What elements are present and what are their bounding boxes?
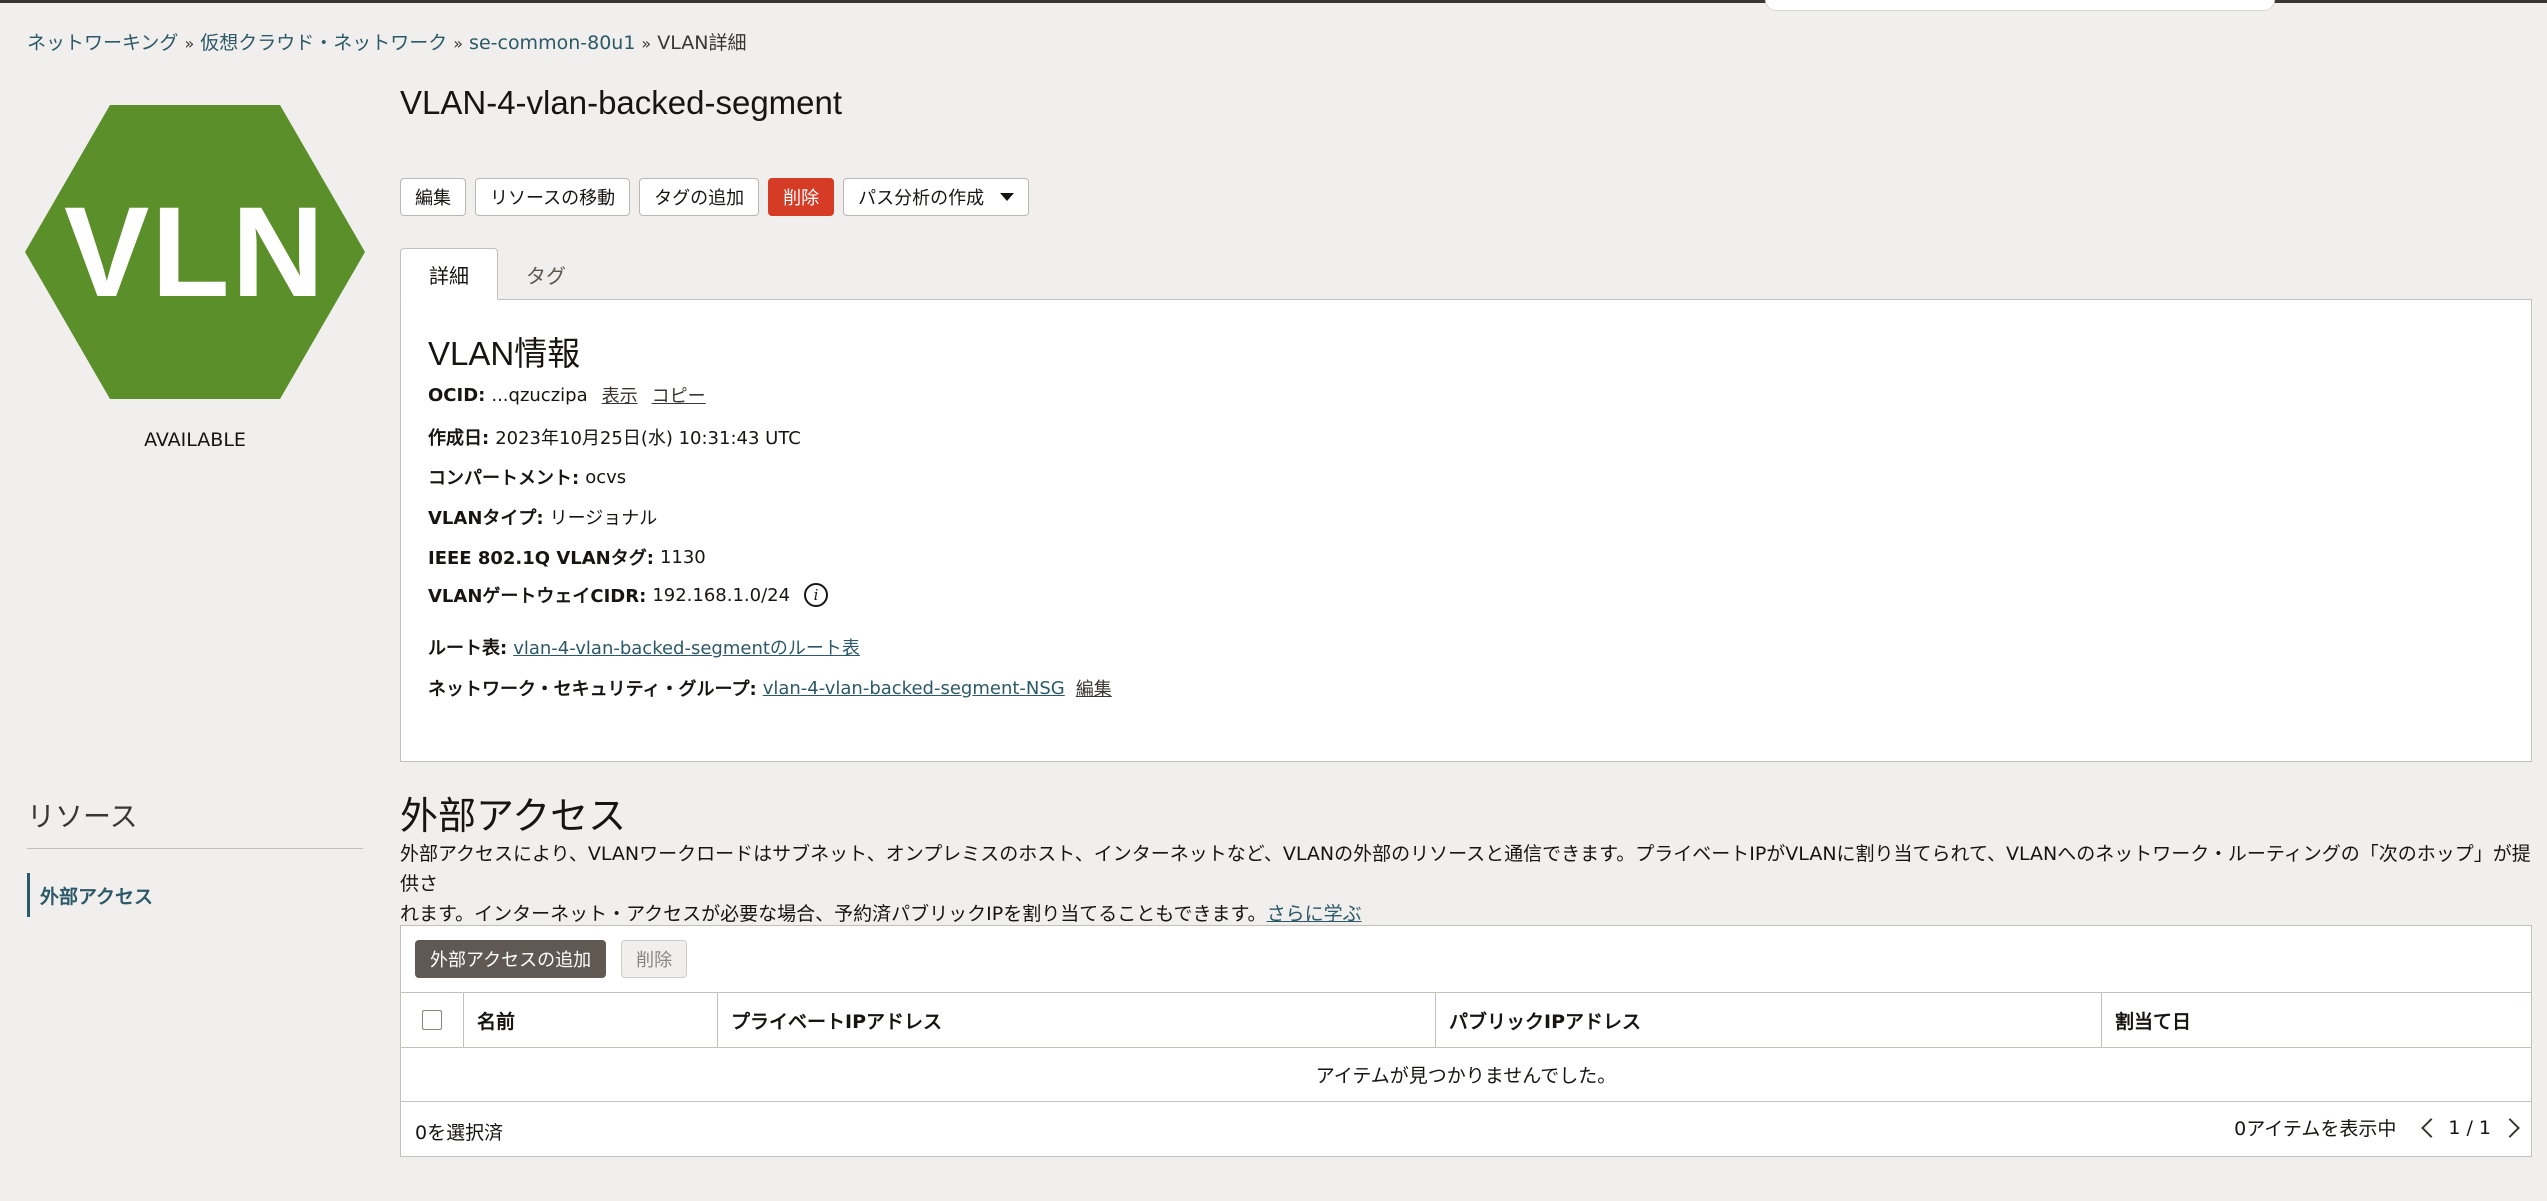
route-table-row: ルート表: vlan-4-vlan-backed-segmentのルート表 (428, 634, 860, 660)
caret-down-icon (1000, 193, 1015, 201)
created-row: 作成日: 2023年10月25日(水) 10:31:43 UTC (428, 424, 801, 450)
gateway-cidr-value: 192.168.1.0/24 (652, 584, 791, 606)
ocid-show-link[interactable]: 表示 (602, 382, 638, 408)
items-showing: 0アイテムを表示中 (2234, 1118, 2397, 1140)
nsg-row: ネットワーク・セキュリティ・グループ: vlan-4-vlan-backed-s… (428, 675, 1112, 701)
select-all-cell (401, 993, 463, 1047)
external-access-table: 外部アクセスの追加 削除 名前 プライベートIPアドレス パブリックIPアドレス… (400, 925, 2532, 1157)
path-analysis-dropdown[interactable]: パス分析の作成 (843, 178, 1030, 216)
add-tags-button[interactable]: タグの追加 (639, 178, 760, 216)
nsg-edit-link[interactable]: 編集 (1076, 675, 1112, 701)
description-line-1: 外部アクセスにより、VLANワークロードはサブネット、オンプレミスのホスト、イン… (400, 843, 2531, 895)
resource-icon-text: VLN (64, 180, 326, 324)
compartment-value: ocvs (585, 466, 627, 488)
empty-message: アイテムが見つかりませんでした。 (401, 1048, 2531, 1102)
column-assigned-date[interactable]: 割当て日 (2101, 993, 2531, 1047)
vlan-type-row: VLANタイプ: リージョナル (428, 504, 657, 530)
section-title: VLAN情報 (428, 335, 581, 372)
path-analysis-label: パス分析の作成 (858, 188, 985, 209)
status-label: AVAILABLE (144, 429, 246, 451)
select-all-checkbox[interactable] (422, 1010, 442, 1030)
chevron-left-icon[interactable] (2421, 1117, 2442, 1138)
resources-item-external-access[interactable]: 外部アクセス (27, 873, 153, 917)
vlan-type-value: リージョナル (549, 508, 658, 529)
resources-divider (27, 848, 363, 849)
breadcrumb-separator: » (453, 34, 464, 53)
vlan-type-label: VLANタイプ: (428, 508, 544, 529)
ocid-row: OCID: ...qzuczipa 表示 コピー (428, 382, 706, 408)
page-title: VLAN-4-vlan-backed-segment (400, 84, 843, 121)
vlan-tag-value: 1130 (659, 546, 706, 568)
ocid-copy-link[interactable]: コピー (652, 382, 706, 408)
vlan-info-panel: VLAN情報 OCID: ...qzuczipa 表示 コピー 作成日: 202… (400, 299, 2532, 762)
table-toolbar: 外部アクセスの追加 削除 (415, 940, 688, 978)
external-access-title: 外部アクセス (400, 796, 627, 838)
breadcrumb-separator: » (184, 34, 195, 53)
created-label: 作成日: (428, 428, 490, 449)
route-table-link[interactable]: vlan-4-vlan-backed-segmentのルート表 (513, 634, 860, 660)
description-line-2: れます。インターネット・アクセスが必要な場合、予約済パブリックIPを割り当てるこ… (400, 903, 1267, 925)
selected-count: 0を選択済 (415, 1122, 504, 1144)
nsg-link[interactable]: vlan-4-vlan-backed-segment-NSG (763, 678, 1065, 699)
compartment-row: コンパートメント: ocvs (428, 464, 626, 490)
ocid-label: OCID: (428, 384, 486, 406)
popup-edge (1765, 0, 2275, 11)
vlan-tag-label: IEEE 802.1Q VLANタグ: (428, 548, 654, 569)
info-icon[interactable]: i (804, 583, 829, 607)
tab-bar: 詳細 タグ (400, 248, 594, 300)
delete-button[interactable]: 削除 (768, 178, 835, 216)
breadcrumb-vcn[interactable]: 仮想クラウド・ネットワーク (200, 32, 447, 54)
tab-tags[interactable]: タグ (498, 248, 594, 300)
external-access-description: 外部アクセスにより、VLANワークロードはサブネット、オンプレミスのホスト、イン… (400, 839, 2532, 929)
vlan-resource-icon: VLN (25, 105, 365, 399)
chevron-right-icon[interactable] (2500, 1117, 2520, 1138)
delete-external-access-button[interactable]: 削除 (621, 940, 688, 978)
route-table-label: ルート表: (428, 638, 508, 659)
breadcrumb-current: VLAN詳細 (657, 32, 747, 54)
edit-button[interactable]: 編集 (400, 178, 466, 216)
add-external-access-button[interactable]: 外部アクセスの追加 (415, 940, 607, 978)
action-bar: 編集 リソースの移動 タグの追加 削除 パス分析の作成 (400, 178, 1030, 216)
column-name[interactable]: 名前 (463, 993, 717, 1047)
table-header: 名前 プライベートIPアドレス パブリックIPアドレス 割当て日 (401, 992, 2531, 1048)
breadcrumb-vcn-name[interactable]: se-common-80u1 (469, 32, 635, 54)
breadcrumb: ネットワーキング » 仮想クラウド・ネットワーク » se-common-80u1 » VL… (27, 28, 746, 55)
tab-details[interactable]: 詳細 (400, 248, 498, 300)
breadcrumb-separator: » (641, 34, 652, 53)
ocid-value: ...qzuczipa (491, 384, 588, 406)
pagination: 0アイテムを表示中 1 / 1 (2234, 1114, 2520, 1141)
gateway-cidr-label: VLANゲートウェイCIDR: (428, 586, 647, 607)
learn-more-link[interactable]: さらに学ぶ (1267, 903, 1362, 925)
vlan-tag-row: IEEE 802.1Q VLANタグ: 1130 (428, 544, 706, 570)
gateway-cidr-row: VLANゲートウェイCIDR: 192.168.1.0/24 i (428, 582, 829, 608)
resources-title: リソース (27, 800, 138, 833)
column-private-ip[interactable]: プライベートIPアドレス (717, 993, 1435, 1047)
column-public-ip[interactable]: パブリックIPアドレス (1435, 993, 2101, 1047)
nsg-label: ネットワーク・セキュリティ・グループ: (428, 679, 757, 700)
breadcrumb-networking[interactable]: ネットワーキング (27, 32, 178, 54)
compartment-label: コンパートメント: (428, 468, 580, 489)
move-resource-button[interactable]: リソースの移動 (475, 178, 631, 216)
page-indicator: 1 / 1 (2448, 1116, 2491, 1139)
created-value: 2023年10月25日(水) 10:31:43 UTC (495, 428, 801, 449)
